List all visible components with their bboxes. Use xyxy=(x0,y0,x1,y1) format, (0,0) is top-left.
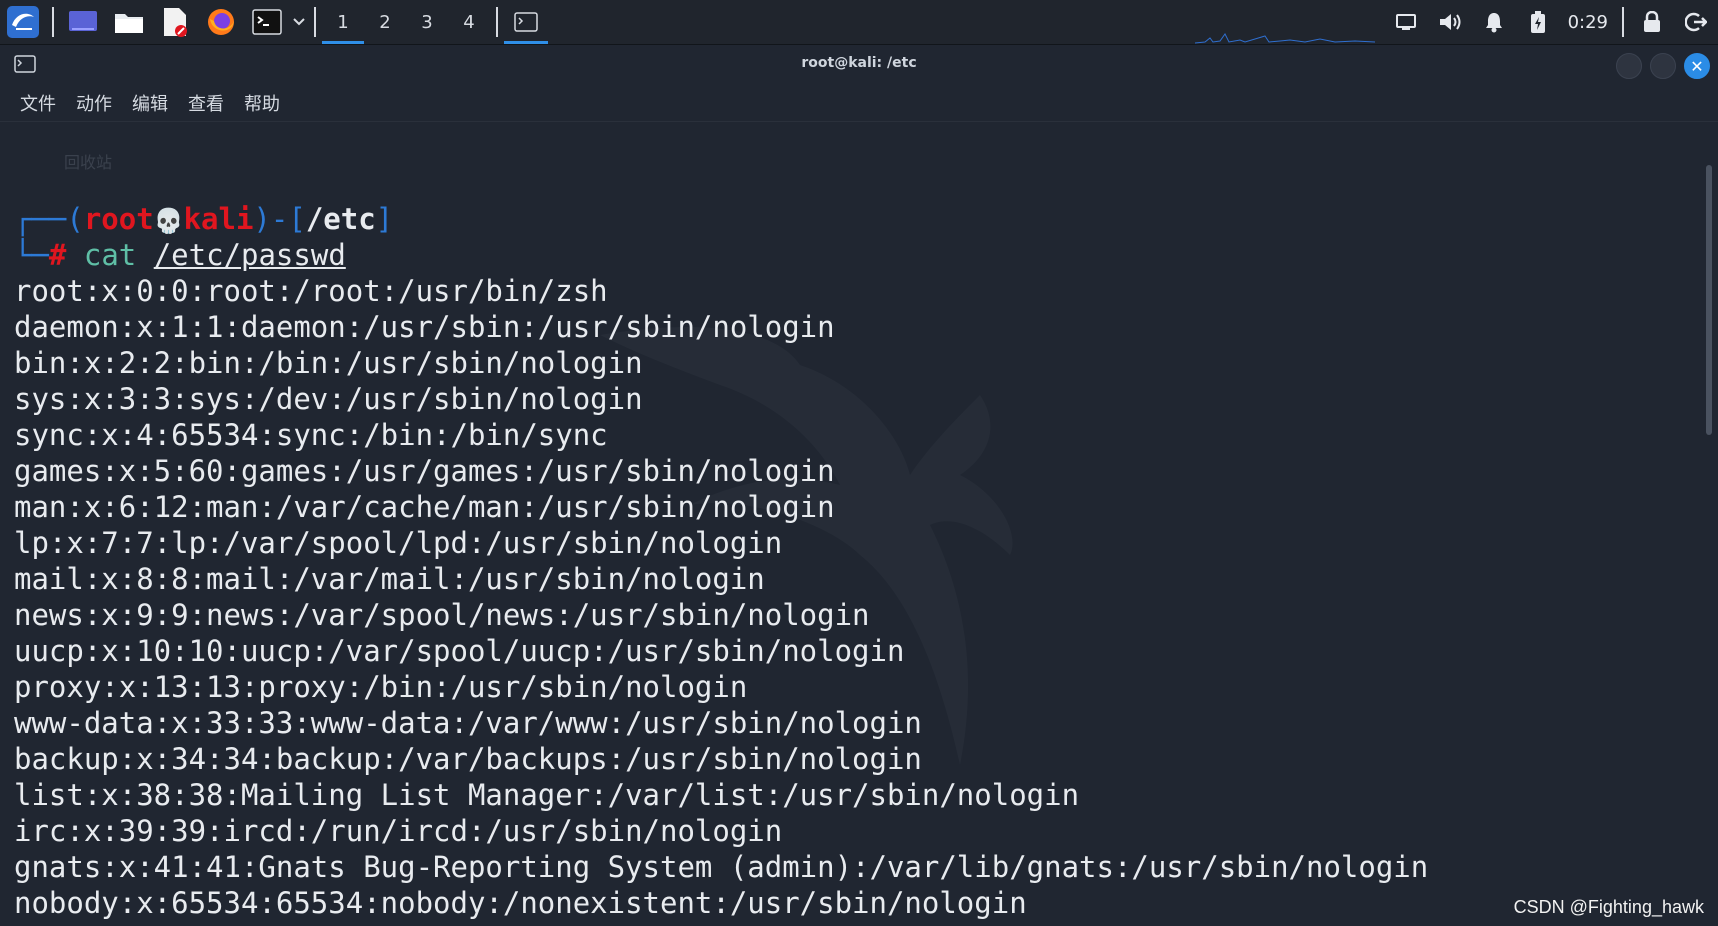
prompt-mid: )-[ xyxy=(253,202,306,236)
prompt-host: kali xyxy=(183,202,254,236)
workspace-2[interactable]: 2 xyxy=(364,0,406,44)
command-name: cat xyxy=(83,238,137,272)
file-manager-icon[interactable] xyxy=(109,2,149,42)
terminal-icon[interactable] xyxy=(247,2,287,42)
prompt-hash: # xyxy=(48,238,67,272)
battery-icon[interactable] xyxy=(1516,0,1560,44)
menu-bar: 文件 动作 编辑 查看 帮助 xyxy=(0,85,1718,121)
close-icon: ✕ xyxy=(1690,56,1704,76)
menu-divider xyxy=(0,121,1718,122)
top-panel: 1 2 3 4 0:29 xyxy=(0,0,1718,45)
lock-icon[interactable] xyxy=(1630,0,1674,44)
menu-file[interactable]: 文件 xyxy=(20,90,56,116)
output-line: sys:x:3:3:sys:/dev:/usr/sbin/nologin xyxy=(14,382,643,416)
output-line: lp:x:7:7:lp:/var/spool/lpd:/usr/sbin/nol… xyxy=(14,526,783,560)
output-line: list:x:38:38:Mailing List Manager:/var/l… xyxy=(14,778,1080,812)
menu-edit[interactable]: 编辑 xyxy=(132,90,168,116)
output-line: man:x:6:12:man:/var/cache/man:/usr/sbin/… xyxy=(14,490,835,524)
workspace-4[interactable]: 4 xyxy=(448,0,490,44)
clock[interactable]: 0:29 xyxy=(1560,12,1616,33)
skull-icon: 💀 xyxy=(153,207,184,235)
output-line: daemon:x:1:1:daemon:/usr/sbin:/usr/sbin/… xyxy=(14,310,835,344)
terminal-task-icon[interactable] xyxy=(504,0,548,44)
output-line: mail:x:8:8:mail:/var/mail:/usr/sbin/nolo… xyxy=(14,562,765,596)
panel-separator xyxy=(314,7,316,37)
close-button[interactable]: ✕ xyxy=(1684,53,1710,79)
menu-action[interactable]: 动作 xyxy=(76,90,112,116)
output-line: sync:x:4:65534:sync:/bin:/bin/sync xyxy=(14,418,608,452)
workspace-1[interactable]: 1 xyxy=(322,0,364,44)
minimize-button[interactable] xyxy=(1616,53,1642,79)
prompt-path: /etc xyxy=(305,202,376,236)
menu-help[interactable]: 帮助 xyxy=(244,90,280,116)
output-line: gnats:x:41:41:Gnats Bug-Reporting System… xyxy=(14,850,1429,884)
kali-menu-icon[interactable] xyxy=(3,2,43,42)
maximize-button[interactable] xyxy=(1650,53,1676,79)
window-title: root@kali: /etc xyxy=(801,55,917,71)
terminal-window: root@kali: /etc ✕ 文件 动作 编辑 查看 帮助 回收站 ┌──… xyxy=(0,45,1718,926)
panel-separator xyxy=(496,7,498,37)
prompt-user: root xyxy=(83,202,154,236)
output-line: uucp:x:10:10:uucp:/var/spool/uucp:/usr/s… xyxy=(14,634,905,668)
command-line: └─# cat /etc/passwd xyxy=(14,237,346,273)
window-titlebar[interactable]: root@kali: /etc ✕ xyxy=(0,45,1718,85)
chevron-down-icon[interactable] xyxy=(290,18,308,26)
volume-icon[interactable] xyxy=(1428,0,1472,44)
network-graph xyxy=(1195,33,1375,44)
output-line: www-data:x:33:33:www-data:/var/www:/usr/… xyxy=(14,706,922,740)
output-line: bin:x:2:2:bin:/bin:/usr/sbin/nologin xyxy=(14,346,643,380)
prompt-close: ] xyxy=(375,202,394,236)
terminal-content[interactable]: ┌──(root💀kali)-[/etc] └─# cat /etc/passw… xyxy=(0,151,1700,926)
output-line: games:x:5:60:games:/usr/games:/usr/sbin/… xyxy=(14,454,835,488)
output-line: root:x:0:0:root:/root:/usr/bin/zsh xyxy=(14,274,608,308)
csdn-watermark: CSDN @Fighting_hawk xyxy=(1513,897,1704,917)
prompt-box-open: ┌──( xyxy=(14,202,84,236)
output-line: backup:x:34:34:backup:/var/backups:/usr/… xyxy=(14,742,922,776)
output-line: irc:x:39:39:ircd:/run/ircd:/usr/sbin/nol… xyxy=(14,814,783,848)
output-line: news:x:9:9:news:/var/spool/news:/usr/sbi… xyxy=(14,598,870,632)
prompt-corner: └─ xyxy=(14,238,49,272)
menu-view[interactable]: 查看 xyxy=(188,90,224,116)
text-editor-icon[interactable] xyxy=(155,2,195,42)
firefox-icon[interactable] xyxy=(201,2,241,42)
desktop-icon[interactable] xyxy=(63,2,103,42)
prompt-line: ┌──(root💀kali)-[/etc] xyxy=(14,201,393,239)
output-line: proxy:x:13:13:proxy:/bin:/usr/sbin/nolog… xyxy=(14,670,748,704)
display-icon[interactable] xyxy=(1384,0,1428,44)
output-line: nobody:x:65534:65534:nobody:/nonexistent… xyxy=(14,886,1027,920)
logout-icon[interactable] xyxy=(1674,0,1718,44)
panel-separator xyxy=(52,7,54,37)
command-argument: /etc/passwd xyxy=(153,238,346,272)
panel-separator xyxy=(1622,7,1624,37)
scrollbar[interactable] xyxy=(1706,165,1712,435)
bell-icon[interactable] xyxy=(1472,0,1516,44)
workspace-3[interactable]: 3 xyxy=(406,0,448,44)
